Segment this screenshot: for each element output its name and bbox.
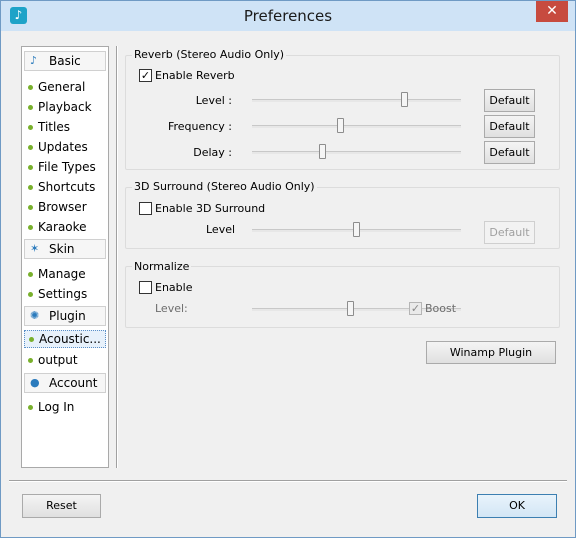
sidebar-item-label: Shortcuts: [38, 180, 96, 194]
surround-level-slider[interactable]: [252, 222, 461, 238]
slider-thumb[interactable]: [319, 144, 326, 159]
bullet-icon: [28, 225, 33, 230]
enable-3d-surround-checkbox[interactable]: [139, 202, 152, 215]
slider-track: [252, 125, 461, 128]
sidebar-item-karaoke[interactable]: Karaoke: [24, 219, 106, 237]
preferences-window: ♪ Preferences ✕ ♪ Basic General Playback…: [0, 0, 576, 538]
bullet-icon: [28, 145, 33, 150]
sidebar-item-label: File Types: [38, 160, 96, 174]
normalize-group-title: Normalize: [132, 260, 192, 273]
reverb-level-label: Level :: [195, 94, 232, 107]
sidebar-item-browser[interactable]: Browser: [24, 199, 106, 217]
bullet-icon: [28, 185, 33, 190]
enable-reverb-label: Enable Reverb: [155, 69, 235, 82]
enable-3d-surround-label: Enable 3D Surround: [155, 202, 266, 215]
ok-button[interactable]: OK: [477, 494, 557, 518]
surround-default-button[interactable]: Default: [484, 221, 535, 244]
sidebar-item-label: output: [38, 353, 78, 367]
window-title: Preferences: [243, 7, 333, 25]
reverb-frequency-slider[interactable]: [252, 118, 461, 134]
bullet-icon: [28, 105, 33, 110]
slider-thumb[interactable]: [347, 301, 354, 316]
bullet-icon: [28, 85, 33, 90]
category-label: Account: [49, 376, 98, 390]
bullet-icon: [28, 272, 33, 277]
sidebar-item-titles[interactable]: Titles: [24, 119, 106, 137]
slider-track: [252, 99, 461, 102]
client-area: ♪ Basic General Playback Titles Updates …: [9, 31, 567, 531]
reverb-level-slider[interactable]: [252, 92, 461, 108]
sidebar-item-manage[interactable]: Manage: [24, 266, 106, 284]
bullet-icon: [29, 337, 34, 342]
panel-divider: [116, 46, 118, 468]
sidebar-item-acoustic[interactable]: Acoustic...: [24, 330, 106, 348]
normalize-group: [125, 266, 560, 328]
category-label: Basic: [49, 54, 81, 68]
reverb-delay-label: Delay :: [193, 146, 232, 159]
sidebar-item-settings[interactable]: Settings: [24, 286, 106, 304]
boost-checkbox[interactable]: ✓: [409, 302, 422, 315]
title-bar[interactable]: ♪ Preferences ✕: [1, 1, 575, 31]
reverb-frequency-default-button[interactable]: Default: [484, 115, 535, 138]
sidebar-item-general[interactable]: General: [24, 79, 106, 97]
user-icon: ●: [30, 376, 40, 389]
sidebar-item-label: Acoustic...: [39, 332, 101, 346]
close-button[interactable]: ✕: [536, 1, 568, 22]
boost-label: Boost: [425, 302, 457, 315]
slider-thumb[interactable]: [401, 92, 408, 107]
category-basic[interactable]: ♪ Basic: [24, 51, 106, 71]
enable-normalize-label: Enable: [155, 281, 193, 294]
sidebar-item-updates[interactable]: Updates: [24, 139, 106, 157]
reverb-delay-default-button[interactable]: Default: [484, 141, 535, 164]
enable-normalize-checkbox[interactable]: [139, 281, 152, 294]
bullet-icon: [28, 358, 33, 363]
sidebar-item-label: Updates: [38, 140, 88, 154]
reverb-frequency-label: Frequency :: [167, 120, 232, 133]
bullet-icon: [28, 292, 33, 297]
footer-separator: [9, 480, 567, 482]
category-plugin[interactable]: ✺ Plugin: [24, 306, 106, 326]
reverb-group-title: Reverb (Stereo Audio Only): [132, 48, 287, 61]
slider-track: [252, 151, 461, 154]
surround-level-label: Level: [206, 223, 236, 236]
category-label: Skin: [49, 242, 75, 256]
music-note-icon: ♪: [30, 54, 38, 67]
sidebar-item-shortcuts[interactable]: Shortcuts: [24, 179, 106, 197]
sidebar-item-playback[interactable]: Playback: [24, 99, 106, 117]
winamp-plugin-button[interactable]: Winamp Plugin: [426, 341, 556, 364]
sidebar-item-log-in[interactable]: Log In: [24, 399, 106, 417]
bullet-icon: [28, 205, 33, 210]
reverb-level-default-button[interactable]: Default: [484, 89, 535, 112]
slider-thumb[interactable]: [337, 118, 344, 133]
sidebar-item-output[interactable]: output: [24, 352, 106, 370]
gear-icon: ✺: [30, 309, 40, 322]
sidebar-item-label: Browser: [38, 200, 87, 214]
category-account[interactable]: ● Account: [24, 373, 106, 393]
sidebar-item-label: Karaoke: [38, 220, 87, 234]
category-sidebar: ♪ Basic General Playback Titles Updates …: [21, 46, 109, 468]
bullet-icon: [28, 405, 33, 410]
slider-thumb[interactable]: [353, 222, 360, 237]
enable-reverb-checkbox[interactable]: ✓: [139, 69, 152, 82]
normalize-level-label: Level:: [155, 302, 188, 315]
bullet-icon: [28, 125, 33, 130]
category-label: Plugin: [49, 309, 86, 323]
sidebar-item-label: Playback: [38, 100, 92, 114]
sidebar-item-label: General: [38, 80, 86, 94]
sidebar-item-label: Settings: [38, 287, 88, 301]
magic-wand-icon: ✶: [30, 242, 40, 255]
category-skin[interactable]: ✶ Skin: [24, 239, 106, 259]
surround-group-title: 3D Surround (Stereo Audio Only): [132, 180, 317, 193]
reverb-delay-slider[interactable]: [252, 144, 461, 160]
sidebar-item-file-types[interactable]: File Types: [24, 159, 106, 177]
sidebar-item-label: Manage: [38, 267, 86, 281]
sidebar-item-label: Titles: [38, 120, 70, 134]
sidebar-item-label: Log In: [38, 400, 75, 414]
reset-button[interactable]: Reset: [22, 494, 101, 518]
bullet-icon: [28, 165, 33, 170]
